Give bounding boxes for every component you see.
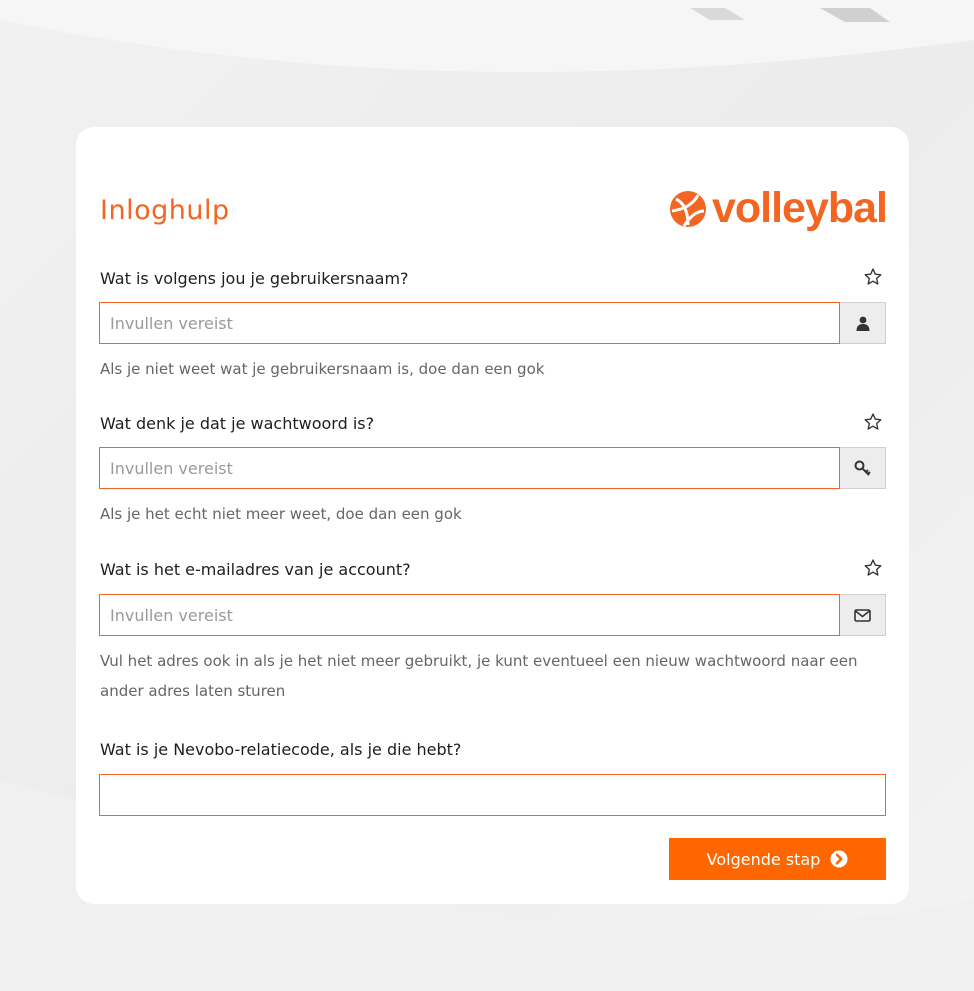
logo-wordmark: volleybal — [711, 184, 888, 232]
star-icon[interactable] — [863, 267, 883, 287]
relatiecode-input[interactable] — [99, 774, 886, 816]
volleyball-icon — [669, 190, 706, 227]
next-step-button[interactable]: Volgende stap — [669, 838, 886, 880]
relatiecode-question: Wat is je Nevobo-relatiecode, als je die… — [100, 740, 462, 759]
key-icon — [854, 460, 871, 476]
volleybal-logo: volleybal — [668, 184, 888, 232]
password-hint: Als je het echt niet meer weet, doe dan … — [100, 505, 462, 523]
email-addon — [840, 594, 886, 636]
username-input[interactable] — [99, 302, 840, 344]
email-input[interactable] — [99, 594, 840, 636]
user-icon — [856, 316, 869, 331]
arrow-circle-right-icon — [830, 850, 848, 868]
star-icon[interactable] — [863, 558, 883, 578]
page-title: Inloghulp — [100, 195, 230, 226]
next-step-label: Volgende stap — [706, 849, 821, 869]
password-question: Wat denk je dat je wachtwoord is? — [100, 414, 375, 433]
username-hint: Als je niet weet wat je gebruikersnaam i… — [100, 360, 545, 378]
username-addon — [840, 302, 886, 344]
password-input[interactable] — [99, 447, 840, 489]
email-question: Wat is het e-mailadres van je account? — [100, 560, 411, 579]
username-field-group — [99, 302, 886, 344]
email-field-group — [99, 594, 886, 636]
login-help-card: Inloghulp volleybal Wat is volgens jou j… — [76, 127, 909, 904]
password-field-group — [99, 447, 886, 489]
email-hint: Vul het adres ook in als je het niet mee… — [100, 652, 858, 700]
envelope-icon — [854, 608, 871, 622]
username-question: Wat is volgens jou je gebruikersnaam? — [100, 269, 409, 288]
star-icon[interactable] — [863, 412, 883, 432]
password-addon — [840, 447, 886, 489]
relatiecode-field-group — [99, 774, 886, 816]
